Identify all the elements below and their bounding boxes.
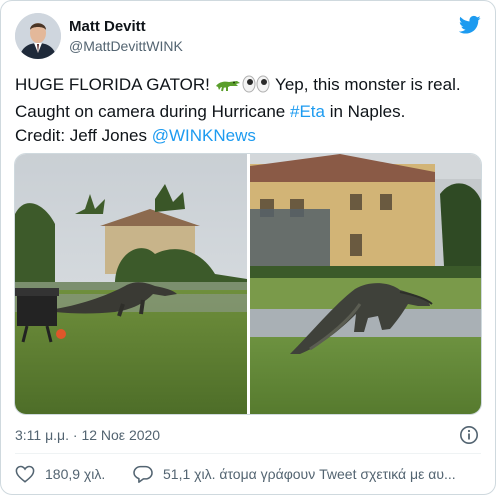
author-handle[interactable]: @MattDevittWINK [69, 37, 183, 56]
tweet-line-3: Credit: Jeff Jones [15, 126, 152, 145]
author-names: Matt Devitt @MattDevittWINK [69, 17, 183, 56]
tweet-actions: 180,9 χιλ. 51,1 χιλ. άτομα γράφουν Tweet… [15, 463, 491, 485]
author-display-name[interactable]: Matt Devitt [69, 17, 183, 36]
like-button[interactable]: 180,9 χιλ. [15, 463, 105, 485]
tweet-media[interactable] [14, 153, 482, 415]
hashtag-link[interactable]: #Eta [290, 102, 325, 121]
divider [15, 453, 481, 454]
eyes-icon [241, 75, 271, 100]
tweet-card: Matt Devitt @MattDevittWINK HUGE FLORIDA… [0, 0, 496, 495]
tweet-about-this-label: 51,1 χιλ. άτομα γράφουν Tweet σχετικά με… [163, 466, 456, 482]
tweet-line-1-tail: Yep, this monster is real. [270, 75, 461, 94]
tweet-timestamp[interactable]: 3:11 μ.μ. · 12 Νοε 2020 [15, 427, 160, 443]
tweet-header: Matt Devitt @MattDevittWINK [15, 13, 481, 63]
avatar[interactable] [15, 13, 61, 59]
tweet-line-2: Caught on camera during Hurricane [15, 102, 290, 121]
twitter-bird-icon[interactable] [458, 15, 481, 35]
speech-bubble-icon [133, 465, 153, 483]
heart-icon [15, 465, 35, 483]
tweet-text: HUGE FLORIDA GATOR! Yep, this monster is… [15, 73, 485, 148]
tweet-line-2-post: in Naples. [324, 102, 406, 121]
mention-link[interactable]: @WINKNews [152, 126, 256, 145]
like-count: 180,9 χιλ. [45, 466, 106, 482]
tweet-line-1: HUGE FLORIDA GATOR! [15, 75, 215, 94]
timestamp-row: 3:11 μ.μ. · 12 Νοε 2020 [15, 425, 481, 447]
gator-photo-wide[interactable] [15, 154, 247, 414]
tweet-about-this-button[interactable]: 51,1 χιλ. άτομα γράφουν Tweet σχετικά με… [133, 463, 488, 485]
info-icon[interactable] [459, 425, 479, 445]
crocodile-icon [215, 75, 241, 100]
gator-photo-close[interactable] [250, 154, 481, 414]
